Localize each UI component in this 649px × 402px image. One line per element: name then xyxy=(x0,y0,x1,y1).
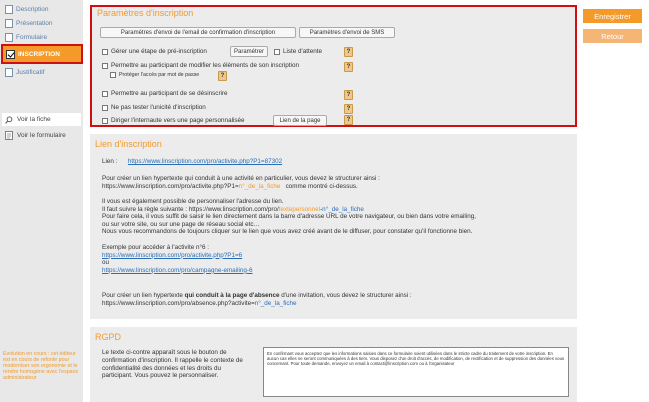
help-button[interactable]: ? xyxy=(344,62,353,72)
example-link-2[interactable]: https://www.linscription.com/pro/campagn… xyxy=(102,267,253,275)
evolution-note: Evolution en cours : cet éditeur est en … xyxy=(3,351,79,381)
pre-inscription-label: Gérer une étape de pré-inscription xyxy=(111,48,207,55)
liste-attente-label: Liste d'attente xyxy=(283,48,323,55)
search-icon xyxy=(5,115,13,124)
modifier-checkbox[interactable] xyxy=(102,62,108,69)
save-button[interactable]: Enregistrer xyxy=(583,9,642,23)
text-line: https://www.linscription.com/pro/absence… xyxy=(102,300,412,308)
desinscrire-label: Permettre au participant de se désinscri… xyxy=(111,90,228,97)
page-icon xyxy=(5,4,13,14)
text-span: textepersonnel xyxy=(278,205,321,213)
option-unicite: Ne pas tester l'unicité d'inscription xyxy=(102,104,206,111)
params-title: Paramètres d'inscription xyxy=(97,8,194,18)
text-span: https://www.linscription.com/pro/absence… xyxy=(102,299,255,307)
rgpd-title: RGPD xyxy=(95,332,122,342)
option-liste-attente: Liste d'attente xyxy=(274,48,322,55)
sidebar-item-label: INSCRIPTION xyxy=(18,50,60,58)
sidebar-item-justificatif[interactable]: Justificatif xyxy=(2,66,81,78)
sidebar-item-presentation[interactable]: Présentation xyxy=(2,17,81,29)
sidebar-item-inscription[interactable]: INSCRIPTION xyxy=(1,44,83,64)
option-rediriger: Diriger l'internaute vers une page perso… xyxy=(102,117,245,124)
sidebar-item-formulaire[interactable]: Formulaire xyxy=(2,31,81,43)
text-span: n°_de_la_fiche xyxy=(254,299,297,307)
text-line: Le texte ci-contre apparaît sous le bout… xyxy=(102,349,227,356)
unicite-checkbox[interactable] xyxy=(102,104,108,111)
modifier-label: Permettre au participant de modifier les… xyxy=(111,62,299,69)
email-settings-button[interactable]: Paramètres d'envoi de l'email de confirm… xyxy=(100,27,296,38)
sidebar-item-label: Formulaire xyxy=(16,33,48,41)
checkbox-icon xyxy=(6,49,15,59)
pre-inscription-checkbox[interactable] xyxy=(102,48,108,55)
sidebar: Description Présentation Formulaire INSC… xyxy=(0,0,83,402)
text-line: Pour faire cela, il vous suffit de saisi… xyxy=(102,213,476,221)
text-line: Pour créer un lien hypertexte qui condui… xyxy=(102,292,412,300)
text-span: Il faut suivre la règle suivante : https… xyxy=(102,205,279,213)
text-span: n°_de_la_fiche xyxy=(322,205,364,213)
form-icon xyxy=(5,131,13,140)
rgpd-description: Le texte ci-contre apparaît sous le bout… xyxy=(102,349,243,380)
proteger-checkbox[interactable] xyxy=(110,72,116,78)
text-line: Exemple pour accéder à l'activite n°6 : xyxy=(102,244,209,251)
rgpd-panel: RGPD Le texte ci-contre apparaît sous le… xyxy=(90,327,577,402)
lien-url[interactable]: https://www.linscription.com/pro/activit… xyxy=(128,158,282,165)
option-modifier: Permettre au participant de modifier les… xyxy=(102,62,299,69)
text-line: Pour créer un lien hypertexte qui condui… xyxy=(102,175,380,182)
text-line: Il vous est également possible de person… xyxy=(102,198,284,205)
help-button[interactable]: ? xyxy=(344,115,353,125)
option-desinscrire: Permettre au participant de se désinscri… xyxy=(102,90,228,97)
params-panel: Paramètres d'inscription Paramètres d'en… xyxy=(90,5,577,127)
help-button[interactable]: ? xyxy=(344,104,353,114)
text-span: Pour créer un lien hypertexte xyxy=(102,292,185,299)
voir-fiche-label: Voir la fiche xyxy=(17,116,51,123)
help-button[interactable]: ? xyxy=(218,71,227,81)
example-link-1[interactable]: https://www.linscription.com/pro/activit… xyxy=(102,252,253,260)
text-line: confirmation d'inscription. Il rappelle … xyxy=(102,356,243,364)
lien-example: Exemple pour accéder à l'activite n°6 : … xyxy=(102,244,253,274)
text-span: n°_de_la_fiche xyxy=(238,182,281,190)
parametrer-button[interactable]: Paramétrer xyxy=(230,46,268,57)
lien-label: Lien : xyxy=(102,158,118,165)
proteger-label: Protéger l'accès par mot de passe xyxy=(119,72,200,78)
voir-formulaire-label: Voir le formulaire xyxy=(17,132,66,139)
text-span: comme montré ci-dessus. xyxy=(285,182,358,190)
lien-para-1: Pour créer un lien hypertexte qui condui… xyxy=(102,175,380,190)
text-line: https://www.linscription.com/pro/activit… xyxy=(102,183,380,191)
sidebar-item-label: Présentation xyxy=(16,19,53,27)
page-icon xyxy=(5,18,13,28)
desinscrire-checkbox[interactable] xyxy=(102,90,108,97)
text-span: https://www.linscription.com/pro/activit… xyxy=(102,182,239,190)
voir-fiche-link[interactable]: Voir la fiche xyxy=(2,113,81,126)
text-span: d'une invitation, vous devez le structur… xyxy=(279,292,412,299)
text-span: qui conduit à la page d'absence xyxy=(184,292,280,299)
text-line: participant. Vous pouvez le personnalise… xyxy=(102,372,219,380)
text-line: ou xyxy=(102,259,110,267)
sms-settings-button[interactable]: Paramètres d'envoi de SMS xyxy=(299,27,395,38)
text-line: ou sur votre site, ou sur une page de ré… xyxy=(102,220,260,228)
back-button[interactable]: Retour xyxy=(583,29,642,43)
lien-title: Lien d'inscription xyxy=(95,139,162,149)
help-button[interactable]: ? xyxy=(344,90,353,100)
sidebar-item-description[interactable]: Description xyxy=(2,3,81,15)
voir-formulaire-link[interactable]: Voir le formulaire xyxy=(2,129,81,142)
lien-para-2: Il vous est également possible de person… xyxy=(102,198,476,236)
sidebar-item-label: Justificatif xyxy=(16,68,45,76)
option-proteger: Protéger l'accès par mot de passe xyxy=(110,72,199,78)
text-line: confidentialité des données et les droit… xyxy=(102,364,222,372)
rgpd-textarea[interactable]: En confirmant vous acceptez que les info… xyxy=(263,347,569,397)
rediriger-checkbox[interactable] xyxy=(102,117,108,124)
page-icon xyxy=(5,67,13,77)
liste-attente-checkbox[interactable] xyxy=(274,48,280,55)
help-button[interactable]: ? xyxy=(344,47,353,57)
unicite-label: Ne pas tester l'unicité d'inscription xyxy=(111,104,206,111)
option-pre-inscription: Gérer une étape de pré-inscription xyxy=(102,48,207,55)
sidebar-item-label: Description xyxy=(16,5,49,13)
lien-page-button[interactable]: Lien de la page xyxy=(273,115,327,126)
lien-panel: Lien d'inscription Lien : https://www.li… xyxy=(90,134,577,319)
lien-line: Lien : https://www.linscription.com/pro/… xyxy=(102,158,282,166)
rediriger-label: Diriger l'internaute vers une page perso… xyxy=(111,117,245,124)
text-line: Il faut suivre la règle suivante : https… xyxy=(102,206,476,214)
lien-para-3: Pour créer un lien hypertexte qui condui… xyxy=(102,292,412,307)
page-icon xyxy=(5,32,13,42)
text-line: Nous vous recommandons de toujours cliqu… xyxy=(102,228,473,236)
